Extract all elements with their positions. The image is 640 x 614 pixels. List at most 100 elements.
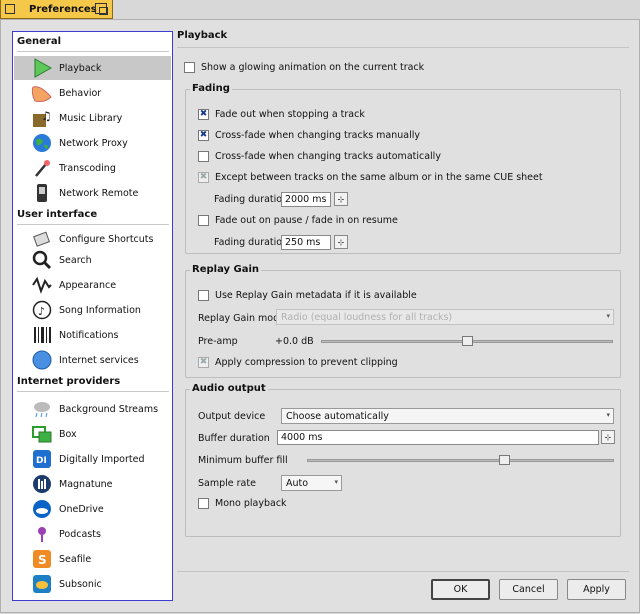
buffer-duration-label: Buffer duration: [198, 433, 270, 444]
sidebar: General Playback Behavior ♫ Music Librar…: [12, 31, 173, 601]
fade-pause-checkbox[interactable]: [198, 215, 209, 226]
use-replay-gain-checkbox[interactable]: [198, 290, 209, 301]
crossfade-auto-label: Cross-fade when changing tracks automati…: [215, 151, 441, 162]
compression-label: Apply compression to prevent clipping: [215, 357, 398, 368]
use-replay-gain-label: Use Replay Gain metadata if it is availa…: [215, 290, 417, 301]
replay-gain-group-title: Replay Gain: [190, 264, 262, 275]
compression-row[interactable]: ✖ Apply compression to prevent clipping: [198, 357, 398, 368]
di-icon: DI: [31, 448, 53, 470]
sidebar-item-notifications[interactable]: Notifications: [14, 323, 171, 347]
sidebar-item-network-remote[interactable]: Network Remote: [14, 181, 171, 205]
song-info-icon: ♪: [31, 299, 53, 321]
sidebar-item-label: Music Library: [59, 112, 123, 124]
sidebar-item-behavior[interactable]: Behavior: [14, 81, 171, 105]
fading-duration-input[interactable]: 2000 ms: [281, 192, 331, 207]
sidebar-item-label: Configure Shortcuts: [59, 233, 154, 245]
preamp-slider[interactable]: [321, 336, 613, 346]
title-bar: Preferences: [0, 0, 640, 19]
glow-checkbox-row[interactable]: Show a glowing animation on the current …: [184, 62, 424, 73]
crossfade-manual-checkbox[interactable]: ✖: [198, 130, 209, 141]
crossfade-manual-row[interactable]: ✖ Cross-fade when changing tracks manual…: [198, 130, 420, 141]
sidebar-item-song-information[interactable]: ♪ Song Information: [14, 298, 171, 322]
podcast-icon: [31, 523, 53, 545]
sidebar-item-subsonic[interactable]: Subsonic: [14, 572, 171, 596]
output-device-select[interactable]: Choose automatically ▾: [281, 408, 614, 424]
svg-text:DI: DI: [36, 456, 47, 466]
compression-checkbox[interactable]: ✖: [198, 357, 209, 368]
magic-wand-icon: [31, 157, 53, 179]
sidebar-item-digitally-imported[interactable]: DI Digitally Imported: [14, 447, 171, 471]
fading-duration2-input[interactable]: 250 ms: [281, 235, 331, 250]
sidebar-item-seafile[interactable]: S Seafile: [14, 547, 171, 571]
except-album-checkbox[interactable]: ✖: [198, 172, 209, 183]
cancel-button[interactable]: Cancel: [499, 579, 558, 600]
divider: [17, 224, 169, 225]
playback-pane: Playback Show a glowing animation on the…: [177, 20, 635, 614]
mono-playback-label: Mono playback: [215, 498, 287, 509]
sidebar-item-box[interactable]: Box: [14, 422, 171, 446]
sidebar-item-label: Magnatune: [59, 478, 113, 490]
subsonic-icon: [31, 573, 53, 595]
sidebar-item-label: Transcoding: [59, 162, 116, 174]
fade-stop-label: Fade out when stopping a track: [215, 109, 365, 120]
chevron-down-icon: ▾: [334, 478, 338, 486]
fading-duration2-spin[interactable]: ⊹: [334, 235, 348, 249]
chevron-down-icon: ▾: [606, 312, 610, 320]
except-album-row[interactable]: ✖ Except between tracks on the same albu…: [198, 172, 543, 183]
glow-label: Show a glowing animation on the current …: [201, 62, 425, 73]
sidebar-item-onedrive[interactable]: OneDrive: [14, 497, 171, 521]
output-device-label: Output device: [198, 411, 266, 422]
buffer-duration-input[interactable]: 4000 ms: [277, 430, 599, 445]
ok-button[interactable]: OK: [431, 579, 490, 600]
sidebar-item-background-streams[interactable]: Background Streams: [14, 397, 171, 421]
window-menu-icon[interactable]: [5, 4, 15, 14]
mono-playback-checkbox[interactable]: [198, 498, 209, 509]
fade-stop-row[interactable]: ✖ Fade out when stopping a track: [198, 109, 365, 120]
sidebar-item-search[interactable]: Search: [14, 248, 171, 272]
crossfade-auto-row[interactable]: Cross-fade when changing tracks automati…: [198, 151, 441, 162]
replay-gain-mode-select[interactable]: Radio (equal loudness for all tracks) ▾: [276, 309, 614, 325]
min-buffer-fill-label: Minimum buffer fill: [198, 455, 288, 466]
min-buffer-fill-slider[interactable]: [307, 455, 614, 465]
sample-rate-select[interactable]: Auto ▾: [281, 475, 342, 491]
fading-duration-spin[interactable]: ⊹: [334, 192, 348, 206]
sidebar-item-music-library[interactable]: ♫ Music Library: [14, 106, 171, 130]
glow-checkbox[interactable]: [184, 62, 195, 73]
audio-output-group: Audio output Output device Choose automa…: [185, 383, 621, 537]
preamp-value: +0.0 dB: [275, 336, 314, 347]
sidebar-item-internet-services[interactable]: Internet services: [14, 348, 171, 372]
fading-duration2-label: Fading duration: [214, 237, 289, 248]
fade-pause-row[interactable]: Fade out on pause / fade in on resume: [198, 215, 398, 226]
sidebar-heading-general: General: [17, 36, 61, 47]
maximize-icon[interactable]: [95, 3, 108, 15]
mono-playback-row[interactable]: Mono playback: [198, 498, 287, 509]
onedrive-icon: [31, 498, 53, 520]
apply-button[interactable]: Apply: [567, 579, 626, 600]
sidebar-item-label: Network Remote: [59, 187, 139, 199]
sidebar-item-label: OneDrive: [59, 503, 104, 515]
min-buffer-fill-handle[interactable]: [499, 455, 510, 465]
sidebar-item-transcoding[interactable]: Transcoding: [14, 156, 171, 180]
use-replay-gain-row[interactable]: Use Replay Gain metadata if it is availa…: [198, 290, 417, 301]
crossfade-auto-checkbox[interactable]: [198, 151, 209, 162]
fade-stop-checkbox[interactable]: ✖: [198, 109, 209, 120]
svg-text:♪: ♪: [38, 305, 45, 318]
sidebar-item-appearance[interactable]: Appearance: [14, 273, 171, 297]
preamp-slider-handle[interactable]: [462, 336, 473, 346]
appearance-icon: [31, 274, 53, 296]
sidebar-heading-user-interface: User interface: [17, 209, 98, 220]
play-icon: [31, 57, 53, 79]
divider: [177, 47, 629, 48]
sidebar-item-magnatune[interactable]: Magnatune: [14, 472, 171, 496]
sidebar-item-playback[interactable]: Playback: [14, 56, 171, 80]
buffer-duration-spin[interactable]: ⊹: [601, 430, 615, 444]
sidebar-item-label: Seafile: [59, 553, 92, 565]
sidebar-item-network-proxy[interactable]: Network Proxy: [14, 131, 171, 155]
fading-group: Fading ✖ Fade out when stopping a track …: [185, 83, 621, 254]
sidebar-item-label: Background Streams: [59, 403, 159, 415]
globe-icon: [31, 132, 53, 154]
window-title-tab[interactable]: Preferences: [0, 0, 113, 19]
replay-gain-mode-value: Radio (equal loudness for all tracks): [281, 311, 453, 323]
page-title: Playback: [177, 30, 228, 41]
sidebar-item-podcasts[interactable]: Podcasts: [14, 522, 171, 546]
